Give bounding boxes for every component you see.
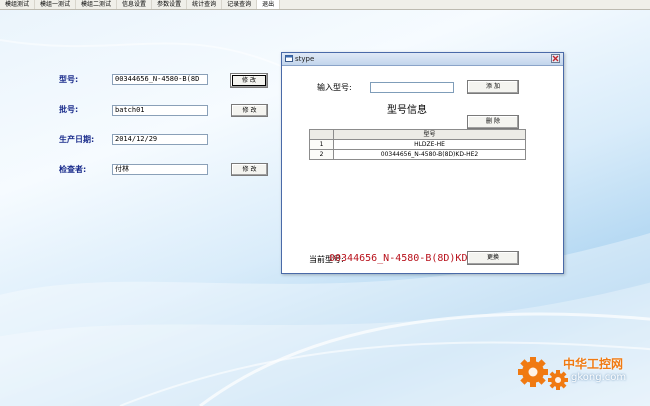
change-button[interactable]: 更换	[467, 251, 519, 265]
watermark-en-text: gkong.com	[571, 372, 627, 383]
dialog-title: stype	[295, 55, 315, 63]
app-window-icon	[285, 55, 293, 62]
delete-button[interactable]: 删 除	[467, 115, 519, 129]
inspector-label: 检查者:	[59, 165, 87, 174]
menu-item-record-query[interactable]: 记录查询	[222, 0, 258, 9]
edit-inspector-button[interactable]: 修 改	[231, 163, 268, 176]
model-label: 型号:	[59, 75, 79, 84]
menu-item-parameter-settings[interactable]: 参数设置	[152, 0, 188, 9]
table-row[interactable]: 1 HLDZE-HE	[309, 139, 526, 150]
watermark-cn-text: 中华工控网	[563, 357, 624, 371]
menu-bar: 模组测试 模组一测试 模组二测试 信息设置 参数设置 统计查询 记录查询 退出	[0, 0, 650, 10]
close-button[interactable]	[551, 54, 560, 63]
dialog-titlebar[interactable]: stype	[282, 53, 563, 66]
menu-item-module-one-test[interactable]: 模组一测试	[35, 0, 77, 9]
table-column-header[interactable]: 型号	[333, 129, 526, 140]
batch-label: 批号:	[59, 105, 79, 114]
menu-item-exit[interactable]: 退出	[257, 0, 281, 9]
current-model-value: 00344656_N-4580-B(8D)KD	[329, 253, 467, 264]
model-input-label: 输入型号:	[317, 83, 352, 92]
menu-item-module-test[interactable]: 模组测试	[0, 0, 36, 9]
menu-item-statistics-query[interactable]: 统计查询	[187, 0, 223, 9]
model-cell[interactable]: HLDZE-HE	[333, 139, 526, 150]
edit-model-button[interactable]: 修 改	[230, 73, 268, 88]
model-table: 型号 1 HLDZE-HE 2 00344656_N-4580-B(8D)KD-…	[309, 129, 526, 160]
batch-field[interactable]: batch01	[112, 105, 208, 116]
table-header-row: 型号	[309, 129, 526, 140]
add-button[interactable]: 添 加	[467, 80, 519, 94]
close-icon	[552, 55, 559, 62]
row-number: 2	[309, 149, 334, 160]
production-date-label: 生产日期:	[59, 135, 95, 144]
edit-batch-button[interactable]: 修 改	[231, 104, 268, 117]
inspector-field[interactable]: 付林	[112, 164, 208, 175]
menu-item-module-two-test[interactable]: 模组二测试	[76, 0, 118, 9]
table-row[interactable]: 2 00344656_N-4580-B(8D)KD-HE2	[309, 149, 526, 160]
model-input[interactable]	[370, 82, 454, 93]
production-date-field[interactable]: 2014/12/29	[112, 134, 208, 145]
table-corner-cell	[309, 129, 334, 140]
model-field[interactable]: 00344656_N-4580-B(8D	[112, 74, 208, 85]
model-cell[interactable]: 00344656_N-4580-B(8D)KD-HE2	[333, 149, 526, 160]
row-number: 1	[309, 139, 334, 150]
stype-dialog: stype 输入型号: 添 加 型号信息 删 除 型号 1 HLDZE-HE 2…	[281, 52, 564, 274]
model-info-title: 型号信息	[387, 105, 427, 116]
gkong-watermark: 中华工控网 gkong.com	[515, 350, 645, 400]
menu-item-info-settings[interactable]: 信息设置	[117, 0, 153, 9]
